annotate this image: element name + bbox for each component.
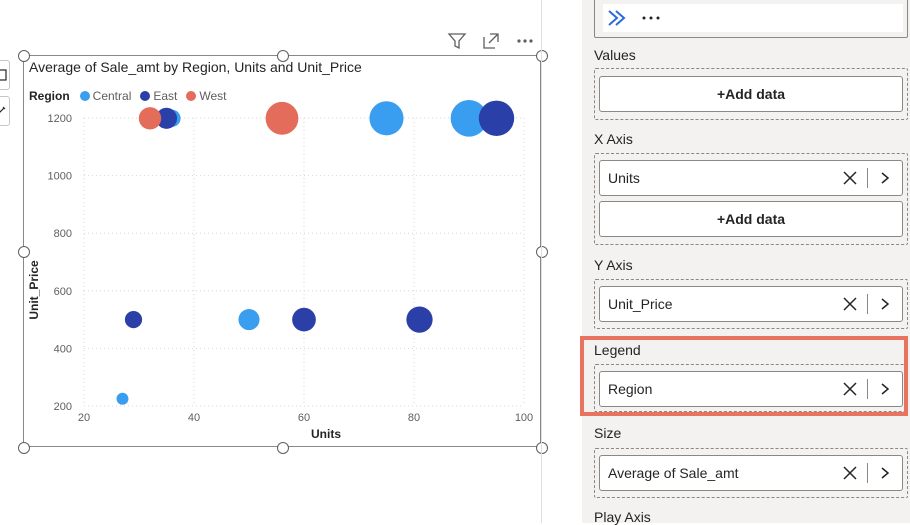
xaxis-add-data-button[interactable]: +Add data [599, 201, 903, 237]
xaxis-well: Units +Add data [594, 153, 908, 245]
more-visuals-icon[interactable] [641, 15, 661, 21]
focus-mode-button[interactable] [0, 60, 10, 90]
data-point-east [292, 307, 316, 332]
y-tick-label: 1200 [48, 113, 72, 125]
xaxis-field-label: Units [608, 170, 640, 186]
yaxis-well: Unit_Price [594, 279, 908, 329]
chevron-right-icon[interactable] [876, 295, 894, 313]
more-options-icon[interactable] [514, 30, 536, 52]
filter-icon[interactable] [446, 30, 468, 52]
x-tick-label: 20 [78, 412, 90, 424]
y-tick-label: 1000 [48, 171, 72, 183]
data-point-east [124, 311, 143, 329]
resize-handle-bottom-right[interactable] [536, 442, 548, 454]
yaxis-field-label: Unit_Price [608, 296, 673, 312]
values-well-label: Values [594, 47, 636, 63]
chevron-right-icon[interactable] [876, 169, 894, 187]
focus-mode-icon[interactable] [480, 30, 502, 52]
resize-handle-top-left[interactable] [18, 50, 30, 62]
size-well-label: Size [594, 425, 622, 441]
values-well: +Add data [594, 68, 908, 120]
pill-divider [867, 294, 868, 314]
brush-icon [0, 106, 6, 113]
data-point-east [406, 306, 433, 333]
y-tick-label: 800 [54, 228, 72, 240]
data-point-central [238, 309, 260, 331]
chevron-right-icon[interactable] [876, 464, 894, 482]
remove-field-icon[interactable] [841, 169, 859, 187]
visual-header [440, 30, 540, 52]
size-field-pill[interactable]: Average of Sale_amt [599, 455, 903, 491]
chart-plot-area: 200 400 600 800 1000 1200 20 40 60 80 100 Units Unit… [27, 99, 533, 441]
xaxis-field-pill[interactable]: Units [599, 160, 903, 196]
scatter-chart-visual[interactable]: Average of Sale_amt by Region, Units and… [18, 50, 548, 454]
pill-divider [867, 168, 868, 188]
data-point-west [138, 107, 162, 130]
x-tick-label: 60 [298, 412, 310, 424]
frame-icon [0, 69, 7, 81]
y-tick-label: 400 [54, 343, 72, 355]
size-well: Average of Sale_amt [594, 448, 908, 498]
x-tick-label: 80 [408, 412, 420, 424]
size-field-label: Average of Sale_amt [608, 465, 739, 481]
pane-separator [541, 0, 542, 523]
power-automate-icon[interactable] [607, 8, 631, 28]
resize-handle-top-right[interactable] [536, 50, 548, 62]
remove-field-icon[interactable] [841, 295, 859, 313]
data-point-central [116, 392, 129, 405]
x-tick-label: 40 [188, 412, 200, 424]
data-point-west [265, 101, 299, 135]
resize-handle-bottom-left[interactable] [18, 442, 30, 454]
resize-handle-middle-right[interactable] [536, 246, 548, 258]
yaxis-well-label: Y Axis [594, 257, 633, 273]
pill-divider [867, 463, 868, 483]
y-tick-label: 200 [54, 401, 72, 413]
remove-field-icon[interactable] [841, 464, 859, 482]
values-add-data-button[interactable]: +Add data [599, 76, 903, 112]
resize-handle-bottom-center[interactable] [277, 442, 289, 454]
data-point-central [369, 101, 404, 136]
data-point-east [478, 100, 515, 136]
visual-side-toolbar [0, 60, 12, 132]
format-visual-button[interactable] [0, 96, 10, 126]
visualizations-pane: Values +Add data X Axis Units +Add data … [582, 0, 910, 525]
report-canvas: Average of Sale_amt by Region, Units and… [0, 0, 548, 523]
resize-handle-top-center[interactable] [277, 50, 289, 62]
xaxis-well-label: X Axis [594, 131, 633, 147]
resize-handle-middle-left[interactable] [18, 246, 30, 258]
x-axis-title: Units [311, 427, 341, 441]
legend-highlight-box [580, 336, 908, 416]
visual-type-row [603, 4, 903, 32]
y-axis-title: Unit_Price [27, 260, 41, 320]
yaxis-field-pill[interactable]: Unit_Price [599, 286, 903, 322]
y-tick-label: 600 [54, 286, 72, 298]
x-tick-label: 100 [515, 412, 533, 424]
visual-type-strip [594, 0, 908, 38]
